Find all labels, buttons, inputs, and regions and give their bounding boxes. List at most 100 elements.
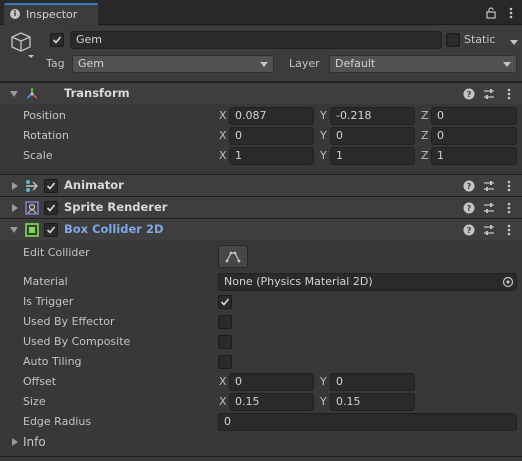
active-checkbox[interactable] [50, 33, 64, 47]
sprite-renderer-enabled-checkbox[interactable] [44, 201, 58, 215]
scale-y-field[interactable]: 1 [330, 147, 415, 165]
foldout-closed-icon[interactable] [12, 182, 18, 190]
foldout-open-icon[interactable] [10, 91, 18, 97]
foldout-closed-icon[interactable] [12, 438, 18, 446]
axis-x-label[interactable]: X [219, 395, 227, 408]
help-icon[interactable]: ? [462, 223, 476, 237]
svg-text:?: ? [467, 182, 472, 191]
help-icon[interactable]: ? [462, 179, 476, 193]
tab-inspector[interactable]: i Inspector [4, 3, 98, 25]
box-collider-enabled-checkbox[interactable] [44, 223, 58, 237]
gameobject-cube-icon[interactable] [10, 31, 36, 59]
edit-collider-button[interactable] [218, 245, 248, 268]
sprite-renderer-header[interactable]: Sprite Renderer ? [0, 196, 522, 218]
size-y-field[interactable]: 0.15 [330, 393, 415, 411]
is-trigger-checkbox[interactable] [218, 295, 232, 309]
checkmark-icon [52, 36, 62, 44]
scale-label: Scale [23, 149, 53, 162]
more-vertical-icon[interactable] [502, 201, 516, 215]
rotation-label: Rotation [23, 129, 70, 142]
tab-bar: i Inspector [0, 0, 522, 25]
scale-x-field[interactable]: 1 [229, 147, 314, 165]
more-vertical-icon[interactable] [504, 6, 518, 20]
tag-value: Gem [78, 57, 105, 70]
checkmark-icon [46, 226, 56, 234]
static-dropdown-arrow-icon[interactable] [510, 40, 518, 45]
preset-icon[interactable] [482, 223, 496, 237]
sprite-renderer-title: Sprite Renderer [64, 200, 168, 214]
checkmark-icon [220, 298, 230, 306]
info-icon: i [10, 9, 20, 19]
object-name-field[interactable]: Gem [70, 31, 442, 49]
preset-icon[interactable] [482, 201, 496, 215]
axis-y-label[interactable]: Y [320, 109, 327, 122]
axis-x-label[interactable]: X [219, 109, 227, 122]
foldout-open-icon[interactable] [10, 227, 18, 233]
transform-header[interactable]: Transform ? [0, 82, 522, 104]
checkmark-icon [46, 182, 56, 190]
info-foldout[interactable]: Info [0, 433, 522, 453]
gameobject-header: Gem Static Tag Gem Layer Default [0, 26, 522, 82]
edge-radius-field[interactable]: 0 [218, 413, 517, 431]
used-by-effector-checkbox[interactable] [218, 315, 232, 329]
svg-text:?: ? [467, 90, 472, 99]
tag-label: Tag [46, 57, 65, 70]
chevron-down-icon [503, 62, 511, 67]
checkmark-icon [46, 204, 56, 212]
tag-dropdown[interactable]: Gem [72, 55, 274, 73]
info-label: Info [23, 435, 46, 449]
preset-icon[interactable] [482, 179, 496, 193]
rotation-z-field[interactable]: 0 [431, 127, 517, 145]
material-label: Material [23, 275, 68, 288]
more-vertical-icon[interactable] [502, 223, 516, 237]
animator-icon [26, 180, 38, 192]
rotation-y-field[interactable]: 0 [330, 127, 415, 145]
is-trigger-label: Is Trigger [23, 295, 74, 308]
help-icon[interactable]: ? [462, 201, 476, 215]
size-x-field[interactable]: 0.15 [229, 393, 314, 411]
position-y-field[interactable]: -0.218 [330, 107, 415, 125]
axis-y-label[interactable]: Y [320, 375, 327, 388]
lock-icon[interactable] [484, 6, 498, 20]
axis-x-label[interactable]: X [219, 149, 227, 162]
auto-tiling-checkbox[interactable] [218, 355, 232, 369]
transform-icon [26, 88, 38, 99]
offset-x-field[interactable]: 0 [229, 373, 314, 391]
svg-text:?: ? [467, 204, 472, 213]
animator-enabled-checkbox[interactable] [44, 179, 58, 193]
layer-label: Layer [289, 57, 320, 70]
offset-label: Offset [23, 375, 57, 388]
chevron-down-icon [260, 62, 268, 67]
more-vertical-icon[interactable] [502, 87, 516, 101]
layer-value: Default [335, 57, 376, 70]
used-by-composite-checkbox[interactable] [218, 335, 232, 349]
object-picker-icon[interactable] [502, 276, 514, 288]
help-icon[interactable]: ? [462, 87, 476, 101]
scale-z-field[interactable]: 1 [431, 147, 517, 165]
axis-x-label[interactable]: X [219, 375, 227, 388]
layer-dropdown[interactable]: Default [329, 55, 517, 73]
preset-icon[interactable] [482, 87, 496, 101]
position-z-field[interactable]: 0 [431, 107, 517, 125]
box-collider-icon [25, 223, 39, 237]
divider [0, 456, 522, 457]
axis-z-label[interactable]: Z [421, 129, 429, 142]
material-object-field[interactable]: None (Physics Material 2D) [218, 273, 517, 291]
axis-y-label[interactable]: Y [320, 129, 327, 142]
static-label: Static [464, 33, 496, 46]
transform-title: Transform [64, 86, 130, 100]
axis-y-label[interactable]: Y [320, 395, 327, 408]
animator-header[interactable]: Animator ? [0, 174, 522, 196]
size-label: Size [23, 395, 46, 408]
position-x-field[interactable]: 0.087 [229, 107, 314, 125]
axis-z-label[interactable]: Z [421, 149, 429, 162]
axis-z-label[interactable]: Z [421, 109, 429, 122]
static-checkbox[interactable] [446, 33, 460, 47]
rotation-x-field[interactable]: 0 [229, 127, 314, 145]
more-vertical-icon[interactable] [502, 179, 516, 193]
axis-y-label[interactable]: Y [320, 149, 327, 162]
box-collider-2d-header[interactable]: Box Collider 2D ? [0, 218, 522, 240]
axis-x-label[interactable]: X [219, 129, 227, 142]
offset-y-field[interactable]: 0 [330, 373, 415, 391]
foldout-closed-icon[interactable] [12, 204, 18, 212]
